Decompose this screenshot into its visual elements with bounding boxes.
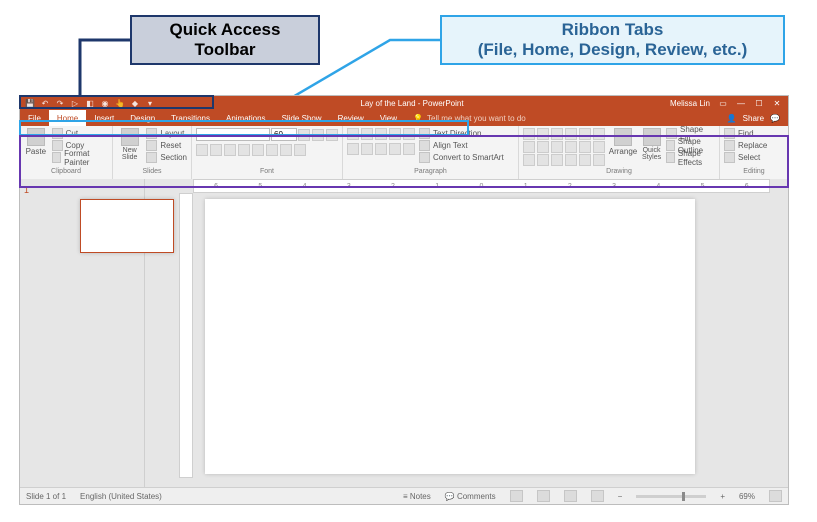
annotation-ribbon-tabs: Ribbon Tabs (File, Home, Design, Review,… <box>440 15 785 65</box>
view-sorter-icon[interactable] <box>537 490 550 502</box>
status-slide-count[interactable]: Slide 1 of 1 <box>26 492 66 501</box>
user-name[interactable]: Melissa Lin <box>670 99 710 108</box>
window-title: Lay of the Land - PowerPoint <box>154 99 670 108</box>
share-label: Share <box>743 114 764 123</box>
slide-thumbnail-pane[interactable]: 1 <box>20 179 145 488</box>
share-icon: 👤 <box>727 114 737 123</box>
comments-pane-icon[interactable]: 💬 <box>770 114 780 123</box>
view-slideshow-icon[interactable] <box>591 490 604 502</box>
highlight-tabs <box>19 120 469 136</box>
status-language[interactable]: English (United States) <box>80 492 162 501</box>
vertical-ruler[interactable] <box>179 193 193 478</box>
zoom-slider[interactable] <box>636 495 706 498</box>
status-comments[interactable]: 💬 Comments <box>445 492 496 501</box>
annotation-qat: Quick Access Toolbar <box>130 15 320 65</box>
status-bar: Slide 1 of 1 English (United States) ≡ N… <box>20 487 788 504</box>
zoom-out-button[interactable]: − <box>618 492 623 501</box>
ribbon-options-icon[interactable]: ▭ <box>718 99 728 108</box>
close-button[interactable]: ✕ <box>772 99 782 108</box>
minimize-button[interactable]: — <box>736 99 746 108</box>
highlight-ribbon <box>19 135 789 188</box>
highlight-qat <box>19 95 214 109</box>
maximize-button[interactable]: ☐ <box>754 99 764 108</box>
fit-to-window-icon[interactable] <box>769 490 782 502</box>
zoom-level[interactable]: 69% <box>739 492 755 501</box>
view-reading-icon[interactable] <box>564 490 577 502</box>
annotation-tabs-line1: Ribbon Tabs <box>478 20 748 40</box>
annotation-qat-label: Quick Access Toolbar <box>140 20 310 61</box>
slide-editor[interactable]: 6543210123456 <box>145 179 788 488</box>
annotation-tabs-line2: (File, Home, Design, Review, etc.) <box>478 40 748 60</box>
status-notes[interactable]: ≡ Notes <box>403 492 431 501</box>
document-area: 1 6543210123456 <box>20 179 788 488</box>
slide-canvas[interactable] <box>205 199 695 474</box>
view-normal-icon[interactable] <box>510 490 523 502</box>
zoom-in-button[interactable]: + <box>720 492 725 501</box>
share-button[interactable]: 👤 Share 💬 <box>719 110 788 126</box>
